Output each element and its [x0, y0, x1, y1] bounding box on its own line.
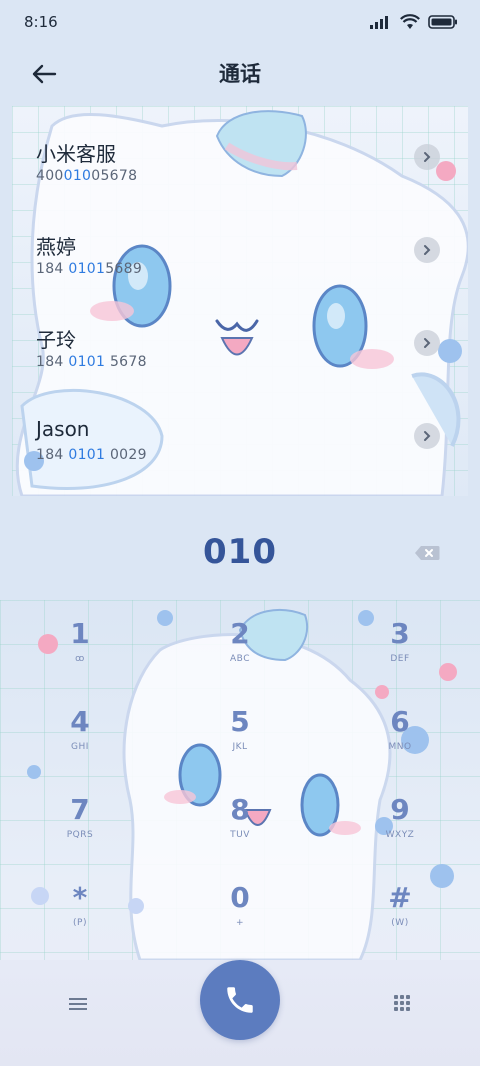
- status-time: 8:16: [24, 13, 58, 31]
- backspace-button[interactable]: [410, 542, 444, 564]
- contact-name: 燕婷: [36, 235, 76, 259]
- dialed-number: 010: [203, 532, 277, 572]
- key-letters: TUV: [230, 830, 250, 840]
- backspace-icon: [415, 546, 440, 560]
- battery-icon: [428, 15, 457, 29]
- voicemail-icon: ꝏ: [75, 654, 85, 664]
- contact-number: 40001005678: [36, 168, 138, 184]
- key-digit: 4: [70, 705, 90, 738]
- key-digit: 7: [70, 793, 90, 826]
- key-9[interactable]: 9 WXYZ: [340, 776, 460, 856]
- key-5[interactable]: 5 JKL: [180, 688, 300, 768]
- key-digit: 0: [230, 881, 250, 914]
- key-digit: 1: [70, 617, 90, 650]
- menu-button[interactable]: [58, 984, 98, 1024]
- key-digit: 8: [230, 793, 250, 826]
- key-letters: ABC: [230, 654, 250, 664]
- bottom-bar: [0, 960, 480, 1066]
- key-1[interactable]: 1 ꝏ: [20, 600, 140, 680]
- call-button[interactable]: [200, 960, 280, 1040]
- contact-item[interactable]: 燕婷 184 01015689: [12, 199, 468, 291]
- chevron-right-icon[interactable]: [414, 144, 440, 170]
- chevron-right-icon[interactable]: [414, 330, 440, 356]
- contact-name: 子玲: [36, 328, 76, 352]
- dialpad-icon: [394, 995, 410, 1011]
- key-digit: 3: [390, 617, 410, 650]
- dialpad-toggle-button[interactable]: [382, 984, 422, 1024]
- key-6[interactable]: 6 MNO: [340, 688, 460, 768]
- key-4[interactable]: 4 GHI: [20, 688, 140, 768]
- contact-item[interactable]: 子玲 184 0101 5678: [12, 292, 468, 384]
- key-letters: +: [235, 918, 245, 928]
- chevron-right-icon[interactable]: [414, 423, 440, 449]
- key-3[interactable]: 3 DEF: [340, 600, 460, 680]
- key-digit: 6: [390, 705, 410, 738]
- signal-icon: [370, 16, 388, 29]
- keypad: 1 ꝏ 2 ABC 3 DEF 4 GHI 5 JKL 6 MNO 7 PQRS…: [0, 600, 480, 960]
- key-letters: (W): [391, 918, 409, 928]
- key-8[interactable]: 8 TUV: [180, 776, 300, 856]
- key-hash[interactable]: # (W): [340, 864, 460, 944]
- key-letters: JKL: [232, 742, 248, 752]
- contact-item[interactable]: 小米客服 40001005678: [12, 106, 468, 198]
- page-title: 通话: [219, 62, 261, 86]
- key-letters: WXYZ: [385, 830, 415, 840]
- phone-icon: [227, 987, 253, 1013]
- key-star[interactable]: * (P): [20, 864, 140, 944]
- key-digit: #: [388, 881, 412, 914]
- contact-number: 184 0101 5678: [36, 354, 147, 370]
- dial-display: 010: [0, 510, 480, 600]
- contact-number: 184 0101 0029: [36, 447, 147, 463]
- header: 通话: [0, 44, 480, 104]
- key-letters: MNO: [388, 742, 412, 752]
- key-digit: 5: [230, 705, 250, 738]
- key-letters: GHI: [71, 742, 89, 752]
- key-letters: DEF: [390, 654, 410, 664]
- contact-list[interactable]: 小米客服 40001005678 燕婷 184 01015689 子玲 184 …: [12, 106, 468, 496]
- menu-icon: [69, 998, 87, 1010]
- wifi-icon: [400, 14, 420, 29]
- key-digit: 2: [230, 617, 250, 650]
- contact-name: 小米客服: [36, 142, 116, 166]
- key-0[interactable]: 0 +: [180, 864, 300, 944]
- key-letters: PQRS: [66, 830, 94, 840]
- status-icons: [370, 12, 458, 32]
- key-digit: 9: [390, 793, 410, 826]
- contact-number: 184 01015689: [36, 261, 143, 277]
- key-2[interactable]: 2 ABC: [180, 600, 300, 680]
- chevron-right-icon[interactable]: [414, 237, 440, 263]
- key-digit: *: [72, 881, 88, 914]
- contact-name: Jason: [36, 417, 90, 441]
- key-letters: (P): [73, 918, 87, 928]
- status-bar: 8:16: [0, 0, 480, 44]
- contact-item[interactable]: Jason 184 0101 0029: [12, 385, 468, 477]
- key-7[interactable]: 7 PQRS: [20, 776, 140, 856]
